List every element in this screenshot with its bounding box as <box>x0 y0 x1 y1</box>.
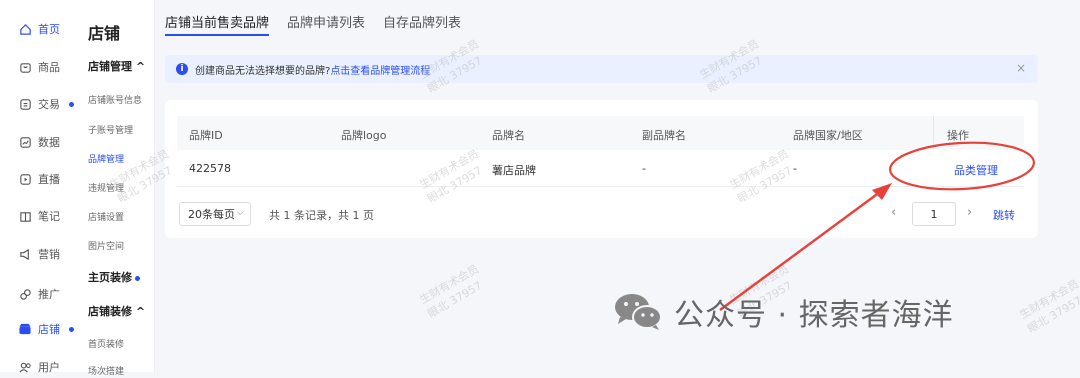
menu-group-store-decor[interactable]: 店铺装修 ^ <box>88 303 145 319</box>
pagination-summary: 共 1 条记录，共 1 页 <box>269 209 374 222</box>
goods-icon <box>18 60 32 74</box>
notification-dot <box>135 276 140 281</box>
wechat-account-label: 公众号 · 探索者海洋 <box>612 290 954 334</box>
menu-item-store-settings[interactable]: 店铺设置 <box>88 210 124 223</box>
next-page-icon[interactable]: › <box>967 205 972 220</box>
category-management-link[interactable]: 品类管理 <box>954 162 998 178</box>
page-size-label: 20条每页 <box>188 208 235 221</box>
header-country: 品牌国家/地区 <box>793 129 863 142</box>
notification-dot <box>69 326 74 332</box>
column-divider <box>933 116 934 150</box>
brand-process-link[interactable]: 点击查看品牌管理流程 <box>330 62 430 77</box>
brand-table-card: 品牌ID 品牌logo 品牌名 副品牌名 品牌国家/地区 操作 422578 薯… <box>165 100 1038 238</box>
cell-brand-name: 薯店品牌 <box>492 164 536 177</box>
cell-brand-id: 422578 <box>189 162 231 175</box>
trade-icon <box>18 97 32 111</box>
cell-country: - <box>793 162 797 175</box>
rail-item-label: 笔记 <box>38 210 60 223</box>
page-size-select[interactable]: 20条每页 ⌵ <box>179 202 251 226</box>
info-alert: i 创建商品无法选择想要的品牌? 点击查看品牌管理流程 × <box>165 55 1038 83</box>
marketing-icon <box>18 247 32 261</box>
menu-item-account-info[interactable]: 店铺账号信息 <box>88 93 142 106</box>
notification-dot <box>69 101 74 107</box>
secondary-menu: 店铺 店铺管理 ^ 店铺账号信息 子账号管理 品牌管理 违规管理 店铺设置 图片… <box>76 0 155 377</box>
watermark: 生财有术会员 眼北 37957 <box>417 262 485 321</box>
tab-brand-applications[interactable]: 品牌申请列表 <box>287 12 365 36</box>
header-actions: 操作 <box>947 129 969 142</box>
rail-item-label: 店铺 <box>38 323 60 336</box>
table-row: 422578 薯店品牌 - - 品类管理 <box>177 150 1024 187</box>
menu-item-sub-accounts[interactable]: 子账号管理 <box>88 123 133 136</box>
close-icon[interactable]: × <box>1016 61 1026 75</box>
header-sub-brand: 副品牌名 <box>642 129 686 142</box>
wechat-icon <box>612 291 664 334</box>
rail-item-store[interactable]: 店铺 <box>18 318 74 340</box>
rail-item-data[interactable]: 数据 <box>18 131 60 153</box>
rail-item-label: 商品 <box>38 61 60 74</box>
prev-page-icon[interactable]: ‹ <box>891 205 896 220</box>
menu-item-violations[interactable]: 违规管理 <box>88 181 124 194</box>
menu-group-home-decor[interactable]: 主页装修 <box>88 269 140 285</box>
wechat-account-name: 公众号 · 探索者海洋 <box>674 298 954 333</box>
page-number-input[interactable]: 1 <box>912 202 956 226</box>
rail-item-goods[interactable]: 商品 <box>18 56 60 78</box>
menu-item-session-build[interactable]: 场次搭建 <box>88 364 124 377</box>
rail-item-label: 数据 <box>38 136 60 149</box>
menu-item-home-decor[interactable]: 首页装修 <box>88 337 124 350</box>
rail-item-label: 营销 <box>38 248 60 261</box>
primary-nav-rail: 首页 商品 交易 数据 直播 笔记 营销 推广 店铺 用户 <box>0 0 76 374</box>
pagination: 20条每页 ⌵ 共 1 条记录，共 1 页 ‹ 1 › 跳转 <box>177 202 1024 228</box>
notes-icon <box>18 209 32 223</box>
rail-item-home[interactable]: 首页 <box>18 18 60 40</box>
info-icon: i <box>176 63 188 75</box>
home-icon <box>18 22 32 36</box>
submenu-title: 店铺 <box>88 24 121 43</box>
menu-group-label: 主页装修 <box>88 271 132 284</box>
store-icon <box>18 322 32 336</box>
brand-tabs: 店铺当前售卖品牌 品牌申请列表 自存品牌列表 <box>165 12 461 36</box>
rail-item-user[interactable]: 用户 <box>18 356 60 378</box>
header-brand-name: 品牌名 <box>492 129 525 142</box>
data-icon <box>18 135 32 149</box>
jump-button[interactable]: 跳转 <box>993 207 1015 223</box>
rail-item-promo[interactable]: 推广 <box>18 283 60 305</box>
watermark: 生财有术会员 眼北 37957 <box>1017 277 1080 336</box>
promo-icon <box>18 287 32 301</box>
rail-item-label: 首页 <box>38 23 60 36</box>
menu-group-store-management[interactable]: 店铺管理 ^ <box>88 58 145 74</box>
rail-item-marketing[interactable]: 营销 <box>18 243 60 265</box>
chevron-down-icon: ⌵ <box>236 207 244 218</box>
rail-item-label: 推广 <box>38 288 60 301</box>
rail-item-notes[interactable]: 笔记 <box>18 205 60 227</box>
menu-item-brand-management[interactable]: 品牌管理 <box>88 152 124 165</box>
header-brand-logo: 品牌logo <box>341 129 387 142</box>
rail-item-live[interactable]: 直播 <box>18 168 60 190</box>
menu-item-image-space[interactable]: 图片空间 <box>88 239 124 252</box>
rail-item-label: 交易 <box>38 98 60 111</box>
header-brand-id: 品牌ID <box>189 129 223 142</box>
live-icon <box>18 172 32 186</box>
tab-own-brands[interactable]: 自存品牌列表 <box>383 12 461 36</box>
table-header: 品牌ID 品牌logo 品牌名 副品牌名 品牌国家/地区 操作 <box>177 116 1024 150</box>
rail-item-trade[interactable]: 交易 <box>18 93 74 115</box>
tab-current-brands[interactable]: 店铺当前售卖品牌 <box>165 12 270 36</box>
cell-sub-brand: - <box>642 162 646 175</box>
rail-item-label: 直播 <box>38 173 60 186</box>
alert-text: 创建商品无法选择想要的品牌? <box>195 65 331 77</box>
rail-item-label: 用户 <box>38 361 60 374</box>
